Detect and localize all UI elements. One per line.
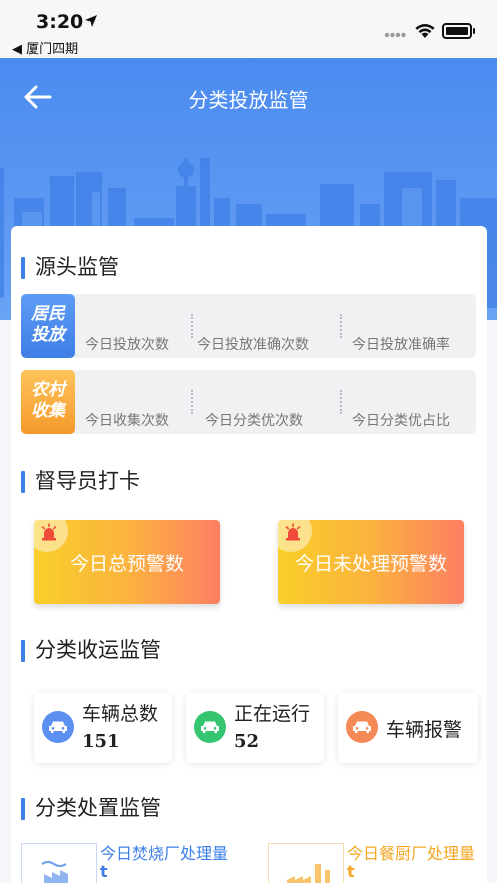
rural-collection-badge: 农村 收集 [21,370,75,434]
incinerator-unit: t [100,862,108,881]
badge-line2: 收集 [31,401,65,421]
page-title: 分类投放监管 [188,88,309,112]
stat-label: 今日收集次数 [85,413,169,429]
resident-disposal-row[interactable]: 居民 投放 今日投放次数 今日投放准确次数 今日投放准确率 [21,294,476,358]
cellular-signal-icon [384,32,406,38]
section-title-supervisor: 督导员打卡 [21,468,140,494]
status-bar: 3:20 ◀ 厦门四期 [0,0,497,58]
badge-line1: 居民 [31,304,65,324]
divider [340,314,342,338]
incinerator-thumbnail[interactable] [21,843,97,883]
factory-icon [41,861,68,883]
stat-label: 今日投放准确率 [352,337,450,353]
badge-line2: 投放 [31,325,65,345]
vehicle-running-value: 52 [234,731,260,752]
vehicle-total-card[interactable]: 车辆总数 151 [34,693,172,763]
alarm-light-icon [285,523,301,541]
rural-collection-row[interactable]: 农村 收集 今日收集次数 今日分类优次数 今日分类优占比 [21,370,476,434]
vehicle-running-label: 正在运行 [234,703,311,725]
kitchen-waste-label: 今日餐厨厂处理量 [347,844,476,863]
kitchen-waste-unit: t [347,862,355,881]
car-icon [346,711,378,743]
alarm-light-icon [41,523,57,541]
wifi-icon [415,24,435,38]
unhandled-alerts-card[interactable]: 今日未处理预警数 [278,520,464,604]
divider [191,390,193,414]
unhandled-alerts-label: 今日未处理预警数 [294,553,447,575]
kitchen-waste-thumbnail[interactable] [268,843,344,883]
status-time: 3:20 [36,11,84,33]
divider [340,390,342,414]
vehicle-alarm-label: 车辆报警 [386,719,463,741]
vehicle-alarm-card[interactable]: 车辆报警 [338,693,478,763]
vehicle-running-card[interactable]: 正在运行 52 [186,693,324,763]
stat-label: 今日投放次数 [85,337,169,353]
vehicle-total-value: 151 [82,731,120,752]
incinerator-label: 今日焚烧厂处理量 [100,844,229,863]
total-alerts-card[interactable]: 今日总预警数 [34,520,220,604]
battery-icon [442,23,475,39]
section-title-source: 源头监管 [21,254,119,280]
stat-label: 今日分类优次数 [205,413,303,429]
stat-label: 今日分类优占比 [352,413,450,429]
section-title-transport: 分类收运监管 [21,637,161,663]
location-arrow-icon [85,15,97,27]
content-card: 源头监管 居民 投放 今日投放次数 今日投放准确次数 今日投放准确率 农村 收集… [11,226,487,883]
resident-disposal-badge: 居民 投放 [21,294,75,358]
car-icon [194,711,226,743]
divider [191,314,193,338]
section-title-disposal: 分类处置监管 [21,795,161,821]
factory-icon [287,864,330,883]
total-alerts-label: 今日总预警数 [69,553,184,575]
car-icon [42,711,74,743]
badge-line1: 农村 [31,380,65,400]
back-to-app-link[interactable]: ◀ 厦门四期 [12,38,78,57]
vehicle-total-label: 车辆总数 [82,703,159,725]
stat-label: 今日投放准确次数 [197,337,309,353]
